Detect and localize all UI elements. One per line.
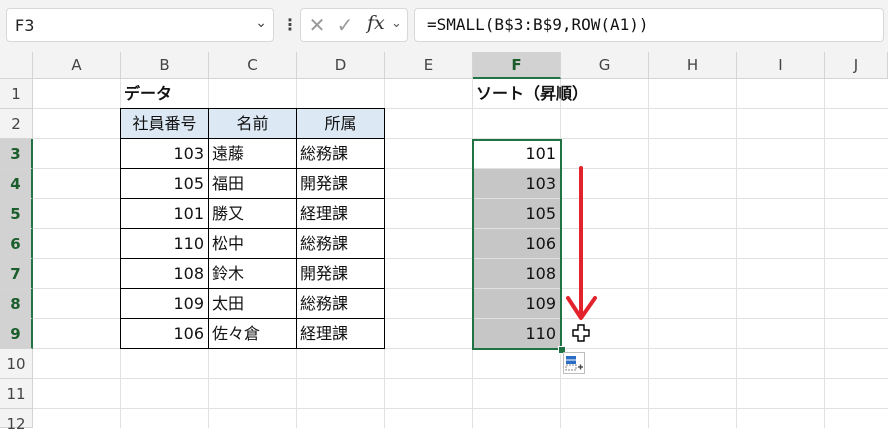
table-cell-department[interactable]: 総務課 — [296, 288, 385, 319]
table-cell-id[interactable]: 110 — [120, 228, 209, 259]
row-header-4[interactable]: 4 — [0, 169, 33, 199]
data-title[interactable]: データ — [121, 79, 241, 109]
row-header-9[interactable]: 9 — [0, 319, 33, 349]
table-cell-name[interactable]: 鈴木 — [208, 258, 297, 289]
table-cell-id[interactable]: 106 — [120, 318, 209, 349]
row-header-1[interactable]: 1 — [0, 79, 33, 109]
column-header-g[interactable]: G — [561, 52, 649, 79]
insert-function-button[interactable]: fx — [367, 12, 385, 34]
column-header-c[interactable]: C — [209, 52, 297, 79]
row-header-7[interactable]: 7 — [0, 259, 33, 289]
table-cell-id[interactable]: 103 — [120, 138, 209, 169]
table-cell-id[interactable]: 101 — [120, 198, 209, 229]
enter-check-icon[interactable]: ✓ — [333, 13, 357, 37]
table-cell-department[interactable]: 総務課 — [296, 138, 385, 169]
gridline — [648, 79, 649, 428]
row-header-6[interactable]: 6 — [0, 229, 33, 259]
column-header-b[interactable]: B — [121, 52, 209, 79]
table-cell-name[interactable]: 佐々倉 — [208, 318, 297, 349]
column-header-e[interactable]: E — [385, 52, 473, 79]
row-header-12[interactable]: 12 — [0, 409, 33, 433]
table-cell-id[interactable]: 109 — [120, 288, 209, 319]
column-header-j[interactable]: J — [825, 52, 888, 79]
spreadsheet-grid[interactable]: A B C D E F G H I J 1 2 3 4 5 6 7 8 9 10… — [0, 52, 888, 433]
row-header-5[interactable]: 5 — [0, 199, 33, 229]
table-header-name[interactable]: 名前 — [208, 108, 297, 139]
down-arrow-icon — [566, 166, 597, 320]
column-header-h[interactable]: H — [649, 52, 737, 79]
table-header-employee-id[interactable]: 社員番号 — [120, 108, 209, 139]
row-header-8[interactable]: 8 — [0, 289, 33, 319]
chevron-down-icon[interactable]: ⌄ — [255, 15, 267, 31]
column-header-d[interactable]: D — [297, 52, 385, 79]
more-options-icon[interactable]: ⋮ — [282, 11, 298, 39]
gridline — [33, 378, 888, 379]
chevron-down-icon[interactable]: ⌄ — [391, 16, 402, 31]
gridline — [736, 79, 737, 428]
table-cell-id[interactable]: 108 — [120, 258, 209, 289]
name-box-value: F3 — [15, 16, 35, 35]
column-header-i[interactable]: I — [737, 52, 825, 79]
row-header-2[interactable]: 2 — [0, 109, 33, 139]
name-box[interactable]: F3 ⌄ — [6, 8, 274, 42]
column-header-f[interactable]: F — [473, 52, 561, 79]
table-cell-department[interactable]: 総務課 — [296, 228, 385, 259]
row-header-3[interactable]: 3 — [0, 139, 33, 169]
table-cell-name[interactable]: 福田 — [208, 168, 297, 199]
table-cell-department[interactable]: 開発課 — [296, 258, 385, 289]
auto-fill-options-icon[interactable] — [563, 352, 585, 374]
cancel-icon[interactable]: ✕ — [305, 13, 329, 37]
table-cell-name[interactable]: 勝又 — [208, 198, 297, 229]
formula-bar-area: F3 ⌄ ⋮ ✕ ✓ fx ⌄ =SMALL(B$3:B$9,ROW(A1)) — [0, 0, 888, 52]
table-header-department[interactable]: 所属 — [296, 108, 385, 139]
select-all-corner[interactable] — [0, 52, 33, 79]
column-header-a[interactable]: A — [33, 52, 121, 79]
table-cell-id[interactable]: 105 — [120, 168, 209, 199]
table-cell-name[interactable]: 遠藤 — [208, 138, 297, 169]
table-cell-name[interactable]: 太田 — [208, 288, 297, 319]
row-header-11[interactable]: 11 — [0, 379, 33, 409]
gridline — [824, 79, 825, 428]
row-header-10[interactable]: 10 — [0, 349, 33, 379]
formula-text: =SMALL(B$3:B$9,ROW(A1)) — [427, 15, 649, 34]
formula-input[interactable]: =SMALL(B$3:B$9,ROW(A1)) — [414, 8, 884, 42]
gridline — [33, 408, 888, 409]
selection-border — [472, 139, 562, 350]
formula-controls: ✕ ✓ fx ⌄ — [300, 8, 408, 42]
table-cell-department[interactable]: 経理課 — [296, 318, 385, 349]
sort-title[interactable]: ソート（昇順） — [473, 79, 633, 109]
fill-cursor-icon — [572, 324, 590, 342]
table-cell-department[interactable]: 経理課 — [296, 198, 385, 229]
table-cell-name[interactable]: 松中 — [208, 228, 297, 259]
table-cell-department[interactable]: 開発課 — [296, 168, 385, 199]
